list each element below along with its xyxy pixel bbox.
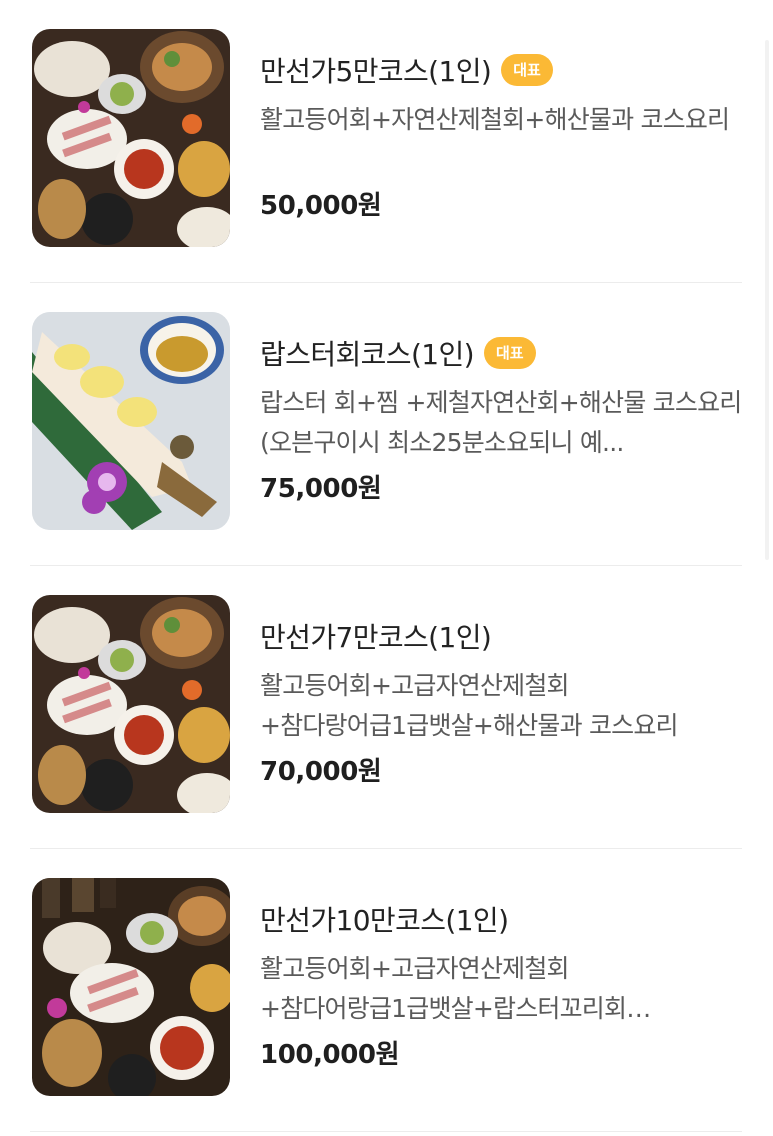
menu-item-description: 활고등어회+자연산제철회+해산물과 코스요리 xyxy=(260,105,730,134)
menu-item-title: 만선가10만코스(1인) xyxy=(260,904,509,937)
menu-item-info: 만선가5만코스(1인) 대표 활고등어회+자연산제철회+해산물과 코스요리 50… xyxy=(260,48,742,226)
menu-item[interactable]: 랍스터회코스(1인) 대표 랍스터 회+찜 +제철자연산회+해산물 코스요리 (… xyxy=(30,283,742,566)
menu-item-price: 75,000원 xyxy=(260,474,382,504)
title-row: 만선가7만코스(1인) xyxy=(260,614,742,658)
menu-item-title: 랍스터회코스(1인) xyxy=(260,338,475,371)
menu-item-title: 만선가7만코스(1인) xyxy=(260,621,492,654)
title-row: 만선가5만코스(1인) 대표 xyxy=(260,48,742,92)
menu-item[interactable]: 만선가10만코스(1인) 활고등어회+고급자연산제철회+참다어랑급1급뱃살+랍스… xyxy=(30,849,742,1132)
menu-item-title: 만선가5만코스(1인) xyxy=(260,55,492,88)
menu-item-photo xyxy=(32,312,230,530)
signature-badge: 대표 xyxy=(501,54,553,86)
menu-item-price: 100,000원 xyxy=(260,1040,400,1070)
scrollbar[interactable] xyxy=(765,40,769,560)
menu-item-description: 활고등어회+고급자연산제철회+참다랑어급1급뱃살+해산물과 코스요리 xyxy=(260,671,679,740)
menu-item[interactable]: 만선가5만코스(1인) 대표 활고등어회+자연산제철회+해산물과 코스요리 50… xyxy=(30,0,742,283)
menu-item-info: 만선가10만코스(1인) 활고등어회+고급자연산제철회+참다어랑급1급뱃살+랍스… xyxy=(260,897,742,1075)
title-row: 만선가10만코스(1인) xyxy=(260,897,742,941)
menu-item-photo xyxy=(32,29,230,247)
signature-badge: 대표 xyxy=(483,337,536,369)
title-row: 랍스터회코스(1인) 대표 xyxy=(260,331,742,375)
divider xyxy=(30,1131,742,1132)
menu-item[interactable]: 만선가7만코스(1인) 활고등어회+고급자연산제철회+참다랑어급1급뱃살+해산물… xyxy=(30,566,742,849)
menu-item-info: 랍스터회코스(1인) 대표 랍스터 회+찜 +제철자연산회+해산물 코스요리 (… xyxy=(260,331,742,509)
menu-item-description: 랍스터 회+찜 +제철자연산회+해산물 코스요리 (오븐구이시 최소25분소요되… xyxy=(260,388,742,457)
menu-item-photo xyxy=(32,878,230,1096)
menu-item-description: 활고등어회+고급자연산제철회+참다어랑급1급뱃살+랍스터꼬리회+찜해산물과 코.… xyxy=(260,954,627,1023)
menu-item-price: 70,000원 xyxy=(260,757,382,787)
menu-item-photo xyxy=(32,595,230,813)
menu-item-info: 만선가7만코스(1인) 활고등어회+고급자연산제철회+참다랑어급1급뱃살+해산물… xyxy=(260,614,742,792)
menu-item-price: 50,000원 xyxy=(260,191,382,221)
